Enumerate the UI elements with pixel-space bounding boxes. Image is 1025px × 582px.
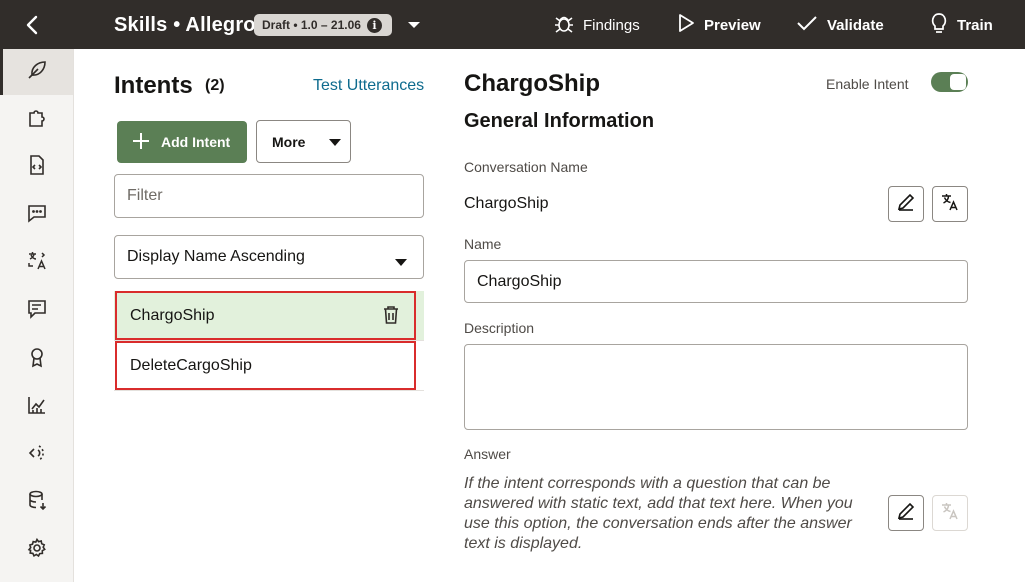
rail-conversations[interactable] [0,192,73,238]
code-file-icon [26,154,48,181]
settings-icon [26,537,48,564]
intent-row-deletecargoship[interactable]: DeleteCargoShip [114,341,424,391]
plus-icon [131,131,151,154]
intents-heading: Intents [114,72,193,99]
filter-input[interactable] [114,174,424,218]
findings-label: Findings [583,16,640,34]
intent-row-label: ChargoShip [130,306,215,324]
chat-icon [26,202,48,229]
trash-icon[interactable] [382,305,400,330]
badge-icon [26,346,48,373]
toggle-knob [950,74,966,90]
pencil-icon [896,501,916,526]
conversation-name-value: ChargoShip [464,195,549,212]
intent-row-chargoship[interactable]: ChargoShip [114,291,424,341]
validate-button[interactable]: Validate [795,12,884,38]
edit-answer-button[interactable] [888,495,924,531]
rail-settings[interactable] [0,527,73,573]
name-field[interactable] [464,260,968,303]
translate-icon [940,192,960,217]
chevron-down-icon [329,134,342,150]
translate-icon [26,250,48,277]
rail-channels[interactable] [0,432,73,478]
version-dropdown-icon[interactable] [405,18,423,32]
play-icon [676,12,696,38]
description-field[interactable] [464,344,968,430]
conversation-name-label: Conversation Name [464,159,588,175]
rail-resource-bundles[interactable] [0,240,73,286]
train-button[interactable]: Train [929,12,993,38]
sort-select-value: Display Name Ascending [127,248,305,265]
name-label: Name [464,236,502,252]
enable-intent-toggle[interactable] [931,72,968,92]
preview-button[interactable]: Preview [676,12,761,38]
validate-label: Validate [827,16,884,34]
translate-conversation-name-button[interactable] [932,186,968,222]
edit-conversation-name-button[interactable] [888,186,924,222]
rail-quality[interactable] [0,288,73,334]
answer-label: Answer [464,446,511,462]
translate-answer-button[interactable] [932,495,968,531]
more-menu-button[interactable]: More [256,120,351,163]
channels-icon [26,442,48,469]
intent-row-label: DeleteCargoShip [130,356,252,374]
answer-help-text: If the intent corresponds with a questio… [464,475,853,552]
test-utterances-link[interactable]: Test Utterances [313,77,424,95]
version-badge: Draft • 1.0 – 21.06 i [254,14,392,36]
preview-label: Preview [704,16,761,34]
database-icon [26,489,48,516]
translate-icon [940,501,960,526]
intents-count: (2) [205,77,225,94]
intent-title: ChargoShip [464,70,600,97]
rail-insights[interactable] [0,336,73,382]
rail-entities[interactable] [0,97,73,143]
back-icon[interactable] [22,14,44,36]
bug-icon [553,12,575,38]
add-intent-button[interactable]: Add Intent [117,121,247,163]
feather-icon [26,59,48,86]
version-badge-label: Draft • 1.0 – 21.06 [262,18,361,32]
rail-intents[interactable] [0,49,73,95]
top-bar: Skills • Allegro Draft • 1.0 – 21.06 i F… [0,0,1025,49]
chevron-down-icon [395,254,407,272]
comment-list-icon [26,298,48,325]
rail-analytics[interactable] [0,384,73,430]
sort-select[interactable]: Display Name Ascending [114,235,424,279]
add-intent-label: Add Intent [161,134,231,150]
train-label: Train [957,16,993,34]
intent-list: ChargoShip DeleteCargoShip [114,291,424,391]
left-nav-rail [0,49,74,582]
rail-flows[interactable] [0,144,73,190]
skill-title: Skills • Allegro [114,14,256,36]
analytics-icon [26,394,48,421]
lightbulb-icon [929,11,949,39]
info-icon[interactable]: i [366,17,382,33]
description-label: Description [464,320,535,336]
rail-data[interactable] [0,479,73,525]
enable-intent-label: Enable Intent [826,76,909,92]
more-label: More [272,133,306,150]
findings-button[interactable]: Findings [553,12,640,38]
pencil-icon [896,192,916,217]
puzzle-icon [26,107,48,134]
general-information-heading: General Information [464,110,655,132]
check-icon [795,12,819,38]
